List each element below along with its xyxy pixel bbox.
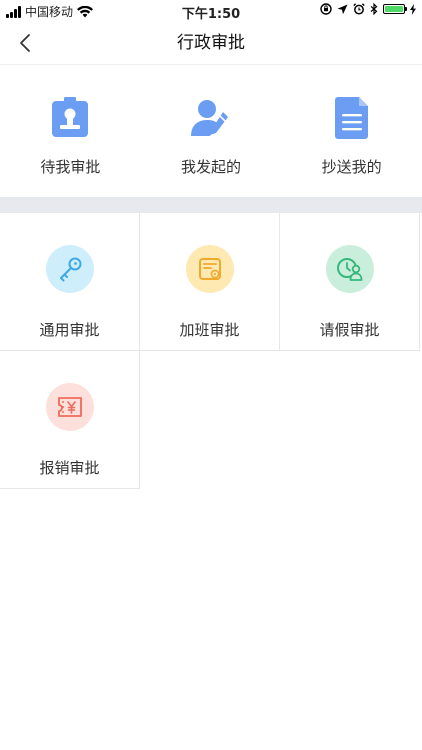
battery-icon [383, 4, 407, 14]
approval-label: 通用审批 [39, 321, 100, 339]
charging-icon [410, 3, 416, 15]
document-icon [334, 97, 368, 139]
approval-label: 报销审批 [39, 459, 100, 477]
back-button[interactable] [10, 28, 40, 58]
badge-stamp-icon [52, 97, 89, 137]
page-title: 行政审批 [177, 33, 245, 53]
approval-reimbursement[interactable]: 报销审批 [0, 351, 140, 489]
yen-ticket-icon [57, 397, 82, 417]
approval-label: 请假审批 [319, 321, 380, 339]
approval-label: 加班审批 [179, 321, 240, 339]
quick-actions: 待我审批 我发起的 抄送我的 [0, 66, 422, 196]
chevron-left-icon [20, 34, 30, 52]
quick-action-label: 待我审批 [40, 158, 101, 176]
status-right [320, 3, 416, 15]
nav-bar: 行政审批 [0, 22, 422, 65]
clock-user-icon [336, 258, 362, 281]
overtime-card-icon [198, 258, 221, 280]
location-icon [337, 4, 348, 14]
user-edit-icon [190, 100, 228, 136]
quick-action-cc[interactable]: 抄送我的 [281, 66, 422, 196]
quick-action-initiated[interactable]: 我发起的 [141, 66, 282, 196]
status-bar: 中国移动 下午1:50 [0, 0, 422, 22]
approval-general[interactable]: 通用审批 [0, 213, 140, 351]
quick-action-label: 我发起的 [180, 158, 241, 176]
key-icon [59, 257, 81, 282]
approval-overtime[interactable]: 加班审批 [140, 213, 280, 351]
section-divider [0, 197, 422, 213]
rotation-lock-icon [320, 3, 332, 15]
bluetooth-icon [370, 3, 378, 15]
quick-action-label: 抄送我的 [321, 158, 382, 176]
quick-action-pending[interactable]: 待我审批 [0, 66, 141, 196]
alarm-icon [353, 3, 365, 15]
approval-leave[interactable]: 请假审批 [280, 213, 420, 351]
